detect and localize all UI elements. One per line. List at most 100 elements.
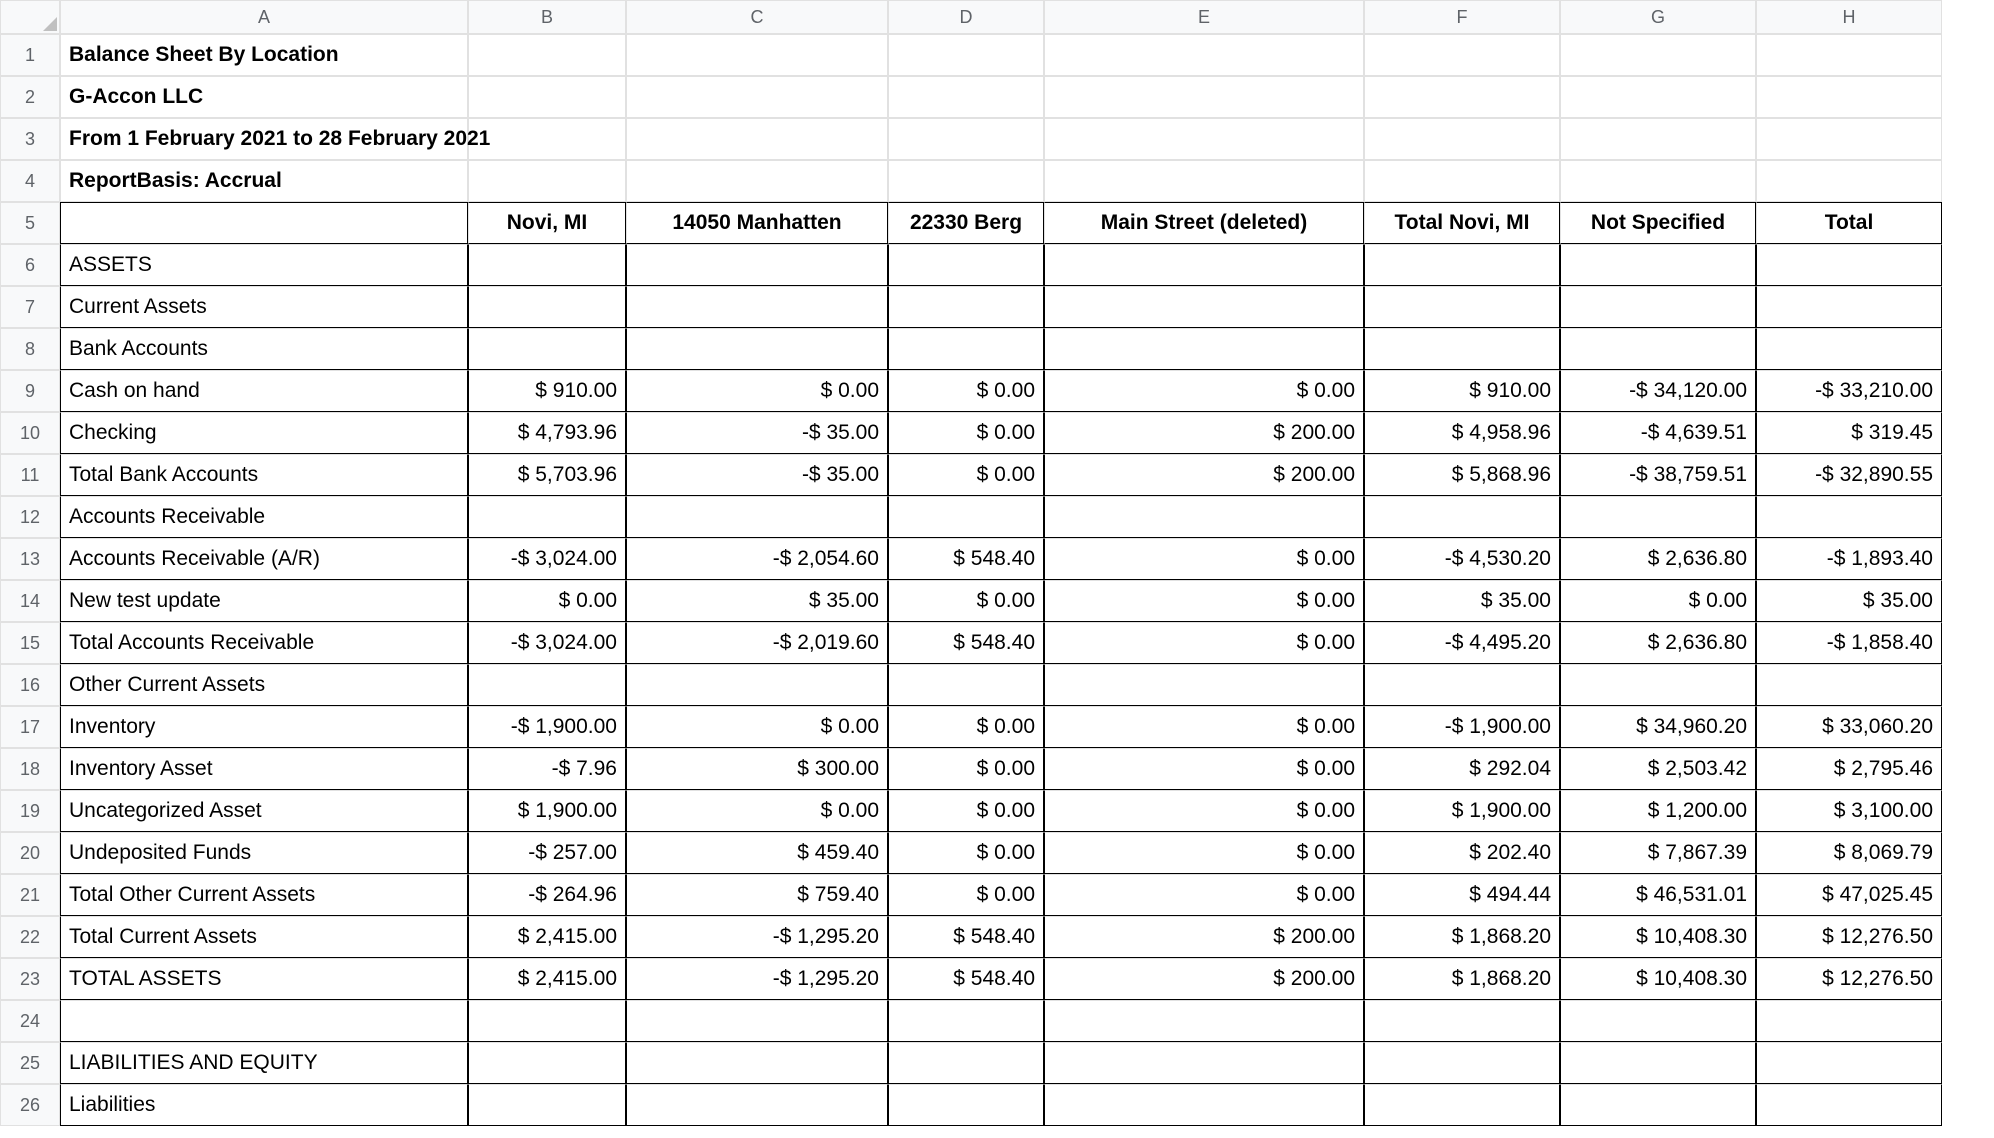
row-header-25[interactable]: 25 <box>0 1042 60 1084</box>
row-header-2[interactable]: 2 <box>0 76 60 118</box>
value-cell[interactable]: $ 7,867.39 <box>1560 832 1756 874</box>
value-cell[interactable]: $ 0.00 <box>1044 832 1364 874</box>
value-cell[interactable]: $ 12,276.50 <box>1756 958 1942 1000</box>
row-header-5[interactable]: 5 <box>0 202 60 244</box>
cell[interactable] <box>888 160 1044 202</box>
account-label[interactable]: Undeposited Funds <box>60 832 468 874</box>
value-cell[interactable]: -$ 2,019.60 <box>626 622 888 664</box>
empty-cell[interactable] <box>1756 496 1942 538</box>
value-cell[interactable]: -$ 264.96 <box>468 874 626 916</box>
cell[interactable] <box>1364 118 1560 160</box>
value-cell[interactable]: $ 8,069.79 <box>1756 832 1942 874</box>
empty-cell[interactable] <box>1364 1042 1560 1084</box>
empty-cell[interactable] <box>1044 286 1364 328</box>
header-notspec[interactable]: Not Specified <box>1560 202 1756 244</box>
empty-cell[interactable] <box>888 1084 1044 1126</box>
account-label[interactable]: Total Accounts Receivable <box>60 622 468 664</box>
value-cell[interactable]: $ 200.00 <box>1044 454 1364 496</box>
empty-cell[interactable] <box>1044 244 1364 286</box>
value-cell[interactable]: -$ 2,054.60 <box>626 538 888 580</box>
row-header-8[interactable]: 8 <box>0 328 60 370</box>
column-header-B[interactable]: B <box>468 0 626 34</box>
value-cell[interactable]: $ 494.44 <box>1364 874 1560 916</box>
cell[interactable] <box>1044 160 1364 202</box>
header-totalnovi[interactable]: Total Novi, MI <box>1364 202 1560 244</box>
empty-cell[interactable] <box>468 286 626 328</box>
empty-cell[interactable] <box>468 496 626 538</box>
value-cell[interactable]: -$ 4,639.51 <box>1560 412 1756 454</box>
value-cell[interactable]: $ 35.00 <box>1364 580 1560 622</box>
cell[interactable] <box>1364 34 1560 76</box>
empty-cell[interactable] <box>1756 286 1942 328</box>
empty-cell[interactable] <box>888 286 1044 328</box>
value-cell[interactable]: -$ 32,890.55 <box>1756 454 1942 496</box>
row-header-17[interactable]: 17 <box>0 706 60 748</box>
empty-cell[interactable] <box>1756 328 1942 370</box>
value-cell[interactable]: $ 10,408.30 <box>1560 916 1756 958</box>
cell[interactable] <box>1560 118 1756 160</box>
row-header-7[interactable]: 7 <box>0 286 60 328</box>
value-cell[interactable]: $ 459.40 <box>626 832 888 874</box>
value-cell[interactable]: $ 2,636.80 <box>1560 622 1756 664</box>
value-cell[interactable]: $ 548.40 <box>888 538 1044 580</box>
value-cell[interactable]: $ 0.00 <box>1044 622 1364 664</box>
cell[interactable] <box>888 34 1044 76</box>
empty-cell[interactable] <box>1756 1000 1942 1042</box>
value-cell[interactable]: $ 0.00 <box>888 580 1044 622</box>
value-cell[interactable]: $ 0.00 <box>888 370 1044 412</box>
column-header-A[interactable]: A <box>60 0 468 34</box>
cell[interactable] <box>1560 76 1756 118</box>
value-cell[interactable]: -$ 7.96 <box>468 748 626 790</box>
empty-cell[interactable] <box>626 496 888 538</box>
header-mainstreet[interactable]: Main Street (deleted) <box>1044 202 1364 244</box>
value-cell[interactable]: $ 200.00 <box>1044 958 1364 1000</box>
account-label[interactable]: Total Other Current Assets <box>60 874 468 916</box>
account-label[interactable]: LIABILITIES AND EQUITY <box>60 1042 468 1084</box>
empty-cell[interactable] <box>626 1042 888 1084</box>
empty-cell[interactable] <box>1044 328 1364 370</box>
header-novi[interactable]: Novi, MI <box>468 202 626 244</box>
value-cell[interactable]: $ 2,415.00 <box>468 958 626 1000</box>
empty-cell[interactable] <box>1044 1084 1364 1126</box>
row-header-9[interactable]: 9 <box>0 370 60 412</box>
value-cell[interactable]: $ 0.00 <box>888 454 1044 496</box>
value-cell[interactable]: $ 1,900.00 <box>1364 790 1560 832</box>
row-header-3[interactable]: 3 <box>0 118 60 160</box>
row-header-12[interactable]: 12 <box>0 496 60 538</box>
empty-cell[interactable] <box>1560 1084 1756 1126</box>
value-cell[interactable]: -$ 257.00 <box>468 832 626 874</box>
value-cell[interactable]: -$ 4,495.20 <box>1364 622 1560 664</box>
value-cell[interactable]: $ 548.40 <box>888 958 1044 1000</box>
header-account[interactable] <box>60 202 468 244</box>
account-label[interactable]: Other Current Assets <box>60 664 468 706</box>
empty-cell[interactable] <box>626 1084 888 1126</box>
value-cell[interactable]: $ 0.00 <box>1044 580 1364 622</box>
value-cell[interactable]: -$ 1,900.00 <box>1364 706 1560 748</box>
empty-cell[interactable] <box>468 664 626 706</box>
row-header-11[interactable]: 11 <box>0 454 60 496</box>
empty-cell[interactable] <box>1756 244 1942 286</box>
column-header-H[interactable]: H <box>1756 0 1942 34</box>
report-title[interactable]: Balance Sheet By Location <box>60 34 468 76</box>
value-cell[interactable]: $ 46,531.01 <box>1560 874 1756 916</box>
value-cell[interactable]: $ 0.00 <box>1044 706 1364 748</box>
account-label[interactable]: Uncategorized Asset <box>60 790 468 832</box>
value-cell[interactable]: $ 3,100.00 <box>1756 790 1942 832</box>
row-header-1[interactable]: 1 <box>0 34 60 76</box>
value-cell[interactable]: -$ 3,024.00 <box>468 622 626 664</box>
column-header-D[interactable]: D <box>888 0 1044 34</box>
column-header-G[interactable]: G <box>1560 0 1756 34</box>
value-cell[interactable]: $ 4,793.96 <box>468 412 626 454</box>
value-cell[interactable]: $ 2,415.00 <box>468 916 626 958</box>
empty-cell[interactable] <box>1560 664 1756 706</box>
cell[interactable] <box>1044 76 1364 118</box>
value-cell[interactable]: $ 0.00 <box>888 832 1044 874</box>
empty-cell[interactable] <box>1560 286 1756 328</box>
row-header-19[interactable]: 19 <box>0 790 60 832</box>
empty-cell[interactable] <box>1560 244 1756 286</box>
value-cell[interactable]: $ 35.00 <box>1756 580 1942 622</box>
empty-cell[interactable] <box>1364 328 1560 370</box>
empty-cell[interactable] <box>888 1000 1044 1042</box>
value-cell[interactable]: $ 5,703.96 <box>468 454 626 496</box>
cell[interactable] <box>468 34 626 76</box>
